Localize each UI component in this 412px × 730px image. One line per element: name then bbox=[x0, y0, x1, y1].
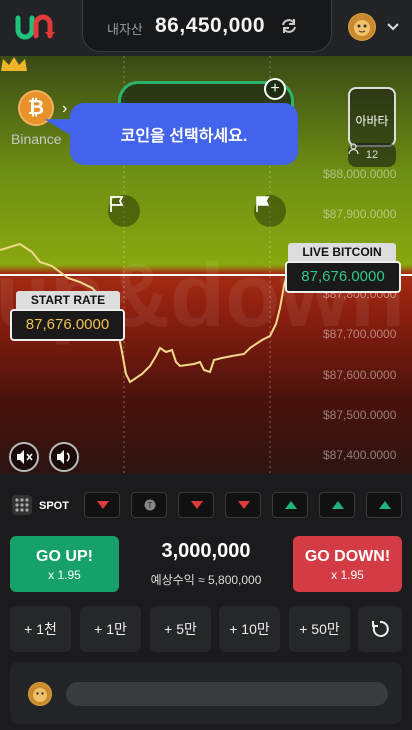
arrow-down-icon bbox=[238, 501, 250, 509]
price-chart: up&down $88,000.0000 $87,900.0000 $87,80… bbox=[0, 56, 412, 474]
grid-icon[interactable] bbox=[12, 495, 32, 515]
speaker-icon bbox=[57, 450, 70, 464]
go-down-multiplier: x 1.95 bbox=[331, 568, 364, 582]
add-time-button[interactable]: + bbox=[264, 78, 286, 100]
live-label: LIVE BITCOIN bbox=[288, 243, 396, 261]
flag-filled-icon bbox=[256, 196, 270, 212]
start-rate-label: START RATE bbox=[16, 291, 120, 309]
app-logo[interactable] bbox=[14, 10, 58, 44]
expected-return: 예상수익 ≈ 5,800,000 bbox=[150, 573, 262, 587]
tie-icon: T bbox=[144, 499, 156, 511]
go-up-label: GO UP! bbox=[36, 548, 93, 565]
chevron-down-icon[interactable] bbox=[386, 20, 400, 34]
spot-label: SPOT bbox=[39, 500, 69, 512]
arrow-up-icon bbox=[285, 501, 297, 509]
sound-button[interactable] bbox=[49, 442, 79, 472]
history-item-down bbox=[225, 492, 261, 518]
balance-value: 86,450,000 bbox=[155, 14, 266, 37]
mute-button[interactable] bbox=[9, 442, 39, 472]
go-up-button[interactable]: GO UP! x 1.95 bbox=[10, 536, 119, 592]
chat-avatar bbox=[28, 682, 52, 706]
y-axis-label: $87,500.0000 bbox=[323, 408, 397, 422]
start-flag bbox=[108, 195, 140, 227]
add-10k-button[interactable]: + 1만 bbox=[80, 606, 141, 652]
result-history: SPOT T bbox=[0, 484, 412, 528]
bet-amount: 3,000,000 bbox=[161, 540, 251, 562]
arrow-up-icon bbox=[332, 501, 344, 509]
y-axis-label: $88,000.0000 bbox=[323, 167, 397, 181]
add-500k-button[interactable]: + 50만 bbox=[289, 606, 350, 652]
go-down-button[interactable]: GO DOWN! x 1.95 bbox=[293, 536, 402, 592]
reset-button[interactable] bbox=[358, 606, 402, 652]
arrow-down-icon bbox=[97, 501, 109, 509]
user-icon bbox=[348, 143, 359, 154]
go-down-label: GO DOWN! bbox=[304, 548, 391, 565]
history-item-down bbox=[84, 492, 120, 518]
balance-label: 내자산 bbox=[107, 22, 143, 37]
svg-text:T: T bbox=[148, 501, 153, 510]
arrow-up-icon bbox=[379, 501, 391, 509]
history-item-up bbox=[272, 492, 308, 518]
user-avatar[interactable] bbox=[348, 13, 376, 41]
y-axis-label: $87,400.0000 bbox=[323, 448, 397, 462]
tooltip-text: 코인을 선택하세요. bbox=[120, 128, 248, 145]
history-item-tie: T bbox=[131, 492, 167, 518]
top-bar: 내자산 86,450,000 bbox=[0, 0, 412, 56]
y-axis-label: $87,900.0000 bbox=[323, 207, 397, 221]
avatar-button[interactable]: 아바타 bbox=[348, 87, 396, 147]
user-count-badge: 12 bbox=[348, 143, 396, 167]
live-value: 87,676.0000 bbox=[285, 261, 401, 293]
chat-input[interactable] bbox=[66, 682, 388, 706]
refresh-icon[interactable] bbox=[279, 16, 299, 36]
coin-name[interactable]: Binance bbox=[11, 131, 62, 147]
reset-icon bbox=[372, 620, 389, 637]
user-count: 12 bbox=[365, 149, 379, 161]
flag-outline-icon bbox=[110, 196, 124, 212]
speaker-mute-icon bbox=[17, 450, 33, 464]
y-axis-label: $87,600.0000 bbox=[323, 368, 397, 382]
y-axis-label: $87,700.0000 bbox=[323, 327, 397, 341]
start-rate-value: 87,676.0000 bbox=[10, 309, 125, 341]
end-flag bbox=[254, 195, 286, 227]
chat-bar bbox=[10, 662, 402, 724]
avatar-button-label: 아바타 bbox=[355, 114, 389, 128]
history-item-up bbox=[319, 492, 355, 518]
go-up-multiplier: x 1.95 bbox=[48, 568, 81, 582]
add-1k-button[interactable]: + 1천 bbox=[10, 606, 71, 652]
balance-box: 내자산 86,450,000 bbox=[82, 0, 332, 52]
add-100k-button[interactable]: + 10만 bbox=[219, 606, 280, 652]
coin-select-tooltip: 코인을 선택하세요. bbox=[70, 103, 298, 165]
crown-icon bbox=[1, 57, 27, 71]
history-item-down bbox=[178, 492, 214, 518]
add-50k-button[interactable]: + 5만 bbox=[150, 606, 211, 652]
history-item-up bbox=[366, 492, 402, 518]
arrow-down-icon bbox=[191, 501, 203, 509]
